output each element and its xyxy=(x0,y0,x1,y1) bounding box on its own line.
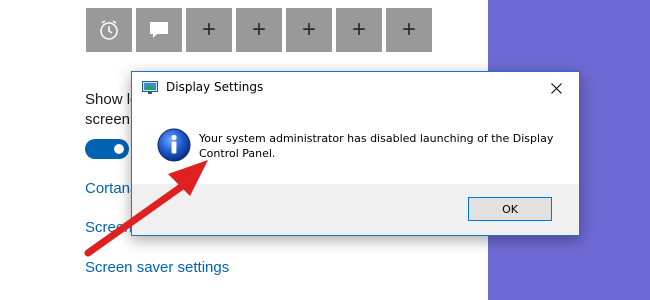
plus-icon: + xyxy=(251,16,266,43)
display-settings-dialog: Display Settings Your system administrat… xyxy=(131,71,580,236)
quick-action-tile-add[interactable]: + xyxy=(386,8,432,52)
screen-saver-settings-link[interactable]: Screen saver settings xyxy=(85,258,229,278)
toggle-knob xyxy=(114,144,124,154)
plus-icon: + xyxy=(201,16,216,43)
quick-action-tile-message[interactable] xyxy=(136,8,182,52)
plus-icon: + xyxy=(301,16,316,43)
quick-action-tiles: + + + + + xyxy=(86,8,432,52)
dialog-body: Your system administrator has disabled l… xyxy=(132,104,579,184)
quick-action-tile-add[interactable]: + xyxy=(286,8,332,52)
dialog-title: Display Settings xyxy=(166,80,264,94)
page: + + + + + Show lo screen Cortana Screen … xyxy=(0,0,650,300)
alarm-clock-icon xyxy=(100,20,118,40)
show-setting-toggle[interactable] xyxy=(85,139,129,159)
dialog-footer: OK xyxy=(132,184,579,235)
quick-action-tile-add[interactable]: + xyxy=(336,8,382,52)
dialog-close-button[interactable] xyxy=(533,72,579,104)
screen-link[interactable]: Screen xyxy=(85,218,133,238)
info-icon xyxy=(157,128,191,162)
quick-action-tile-add[interactable]: + xyxy=(186,8,232,52)
close-icon xyxy=(550,82,562,94)
dialog-message: Your system administrator has disabled l… xyxy=(199,132,554,160)
display-settings-app-icon xyxy=(142,81,158,94)
quick-action-tile-alarm[interactable] xyxy=(86,8,132,52)
ok-button[interactable]: OK xyxy=(468,197,552,221)
dialog-titlebar[interactable]: Display Settings xyxy=(132,72,579,104)
plus-icon: + xyxy=(351,16,366,43)
quick-action-tile-add[interactable]: + xyxy=(236,8,282,52)
plus-icon: + xyxy=(401,16,416,43)
message-icon xyxy=(150,22,168,38)
